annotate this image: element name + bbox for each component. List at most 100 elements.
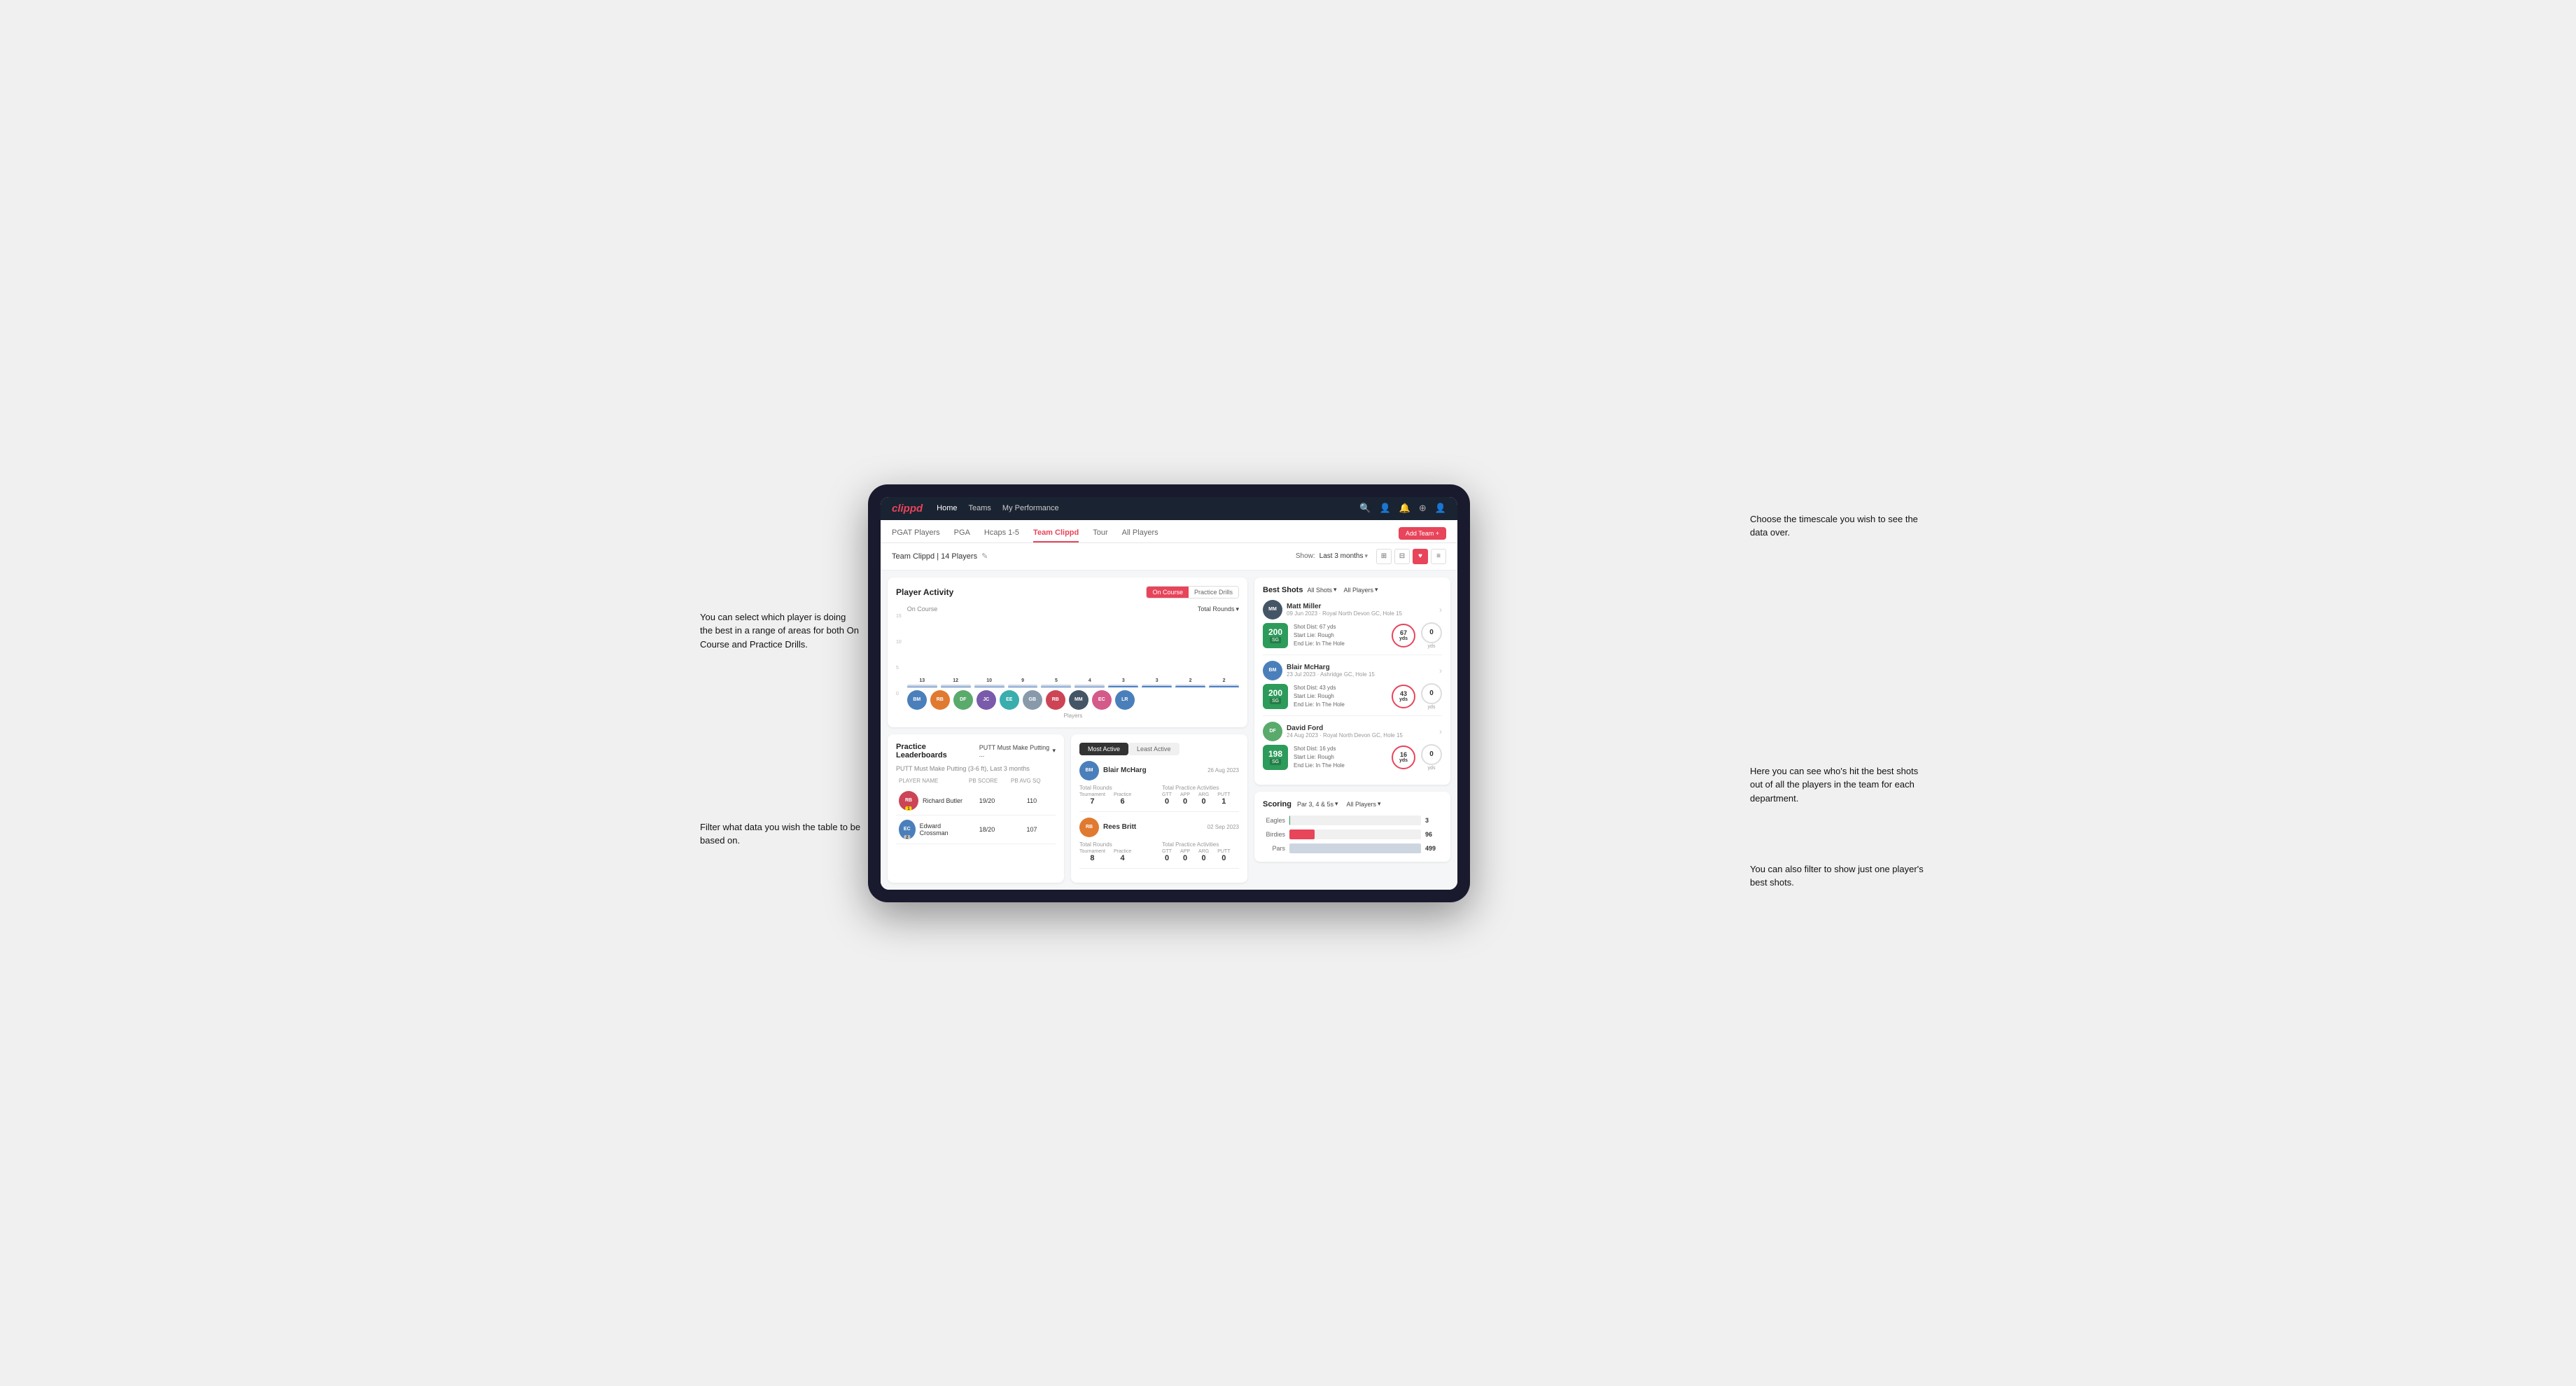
bar-rect-2 [941,685,971,687]
shot-badge-3: 198 SG [1263,745,1288,770]
bar-col-4: 9 [1008,678,1038,687]
scoring-bar-container-pars [1289,844,1421,853]
shot-player-details-2: Blair McHarg 23 Jul 2023 · Ashridge GC, … [1287,664,1375,678]
shot-player-name-1: Matt Miller [1287,603,1402,610]
shot-badge-sub-2: SG [1270,698,1281,704]
tab-least-active[interactable]: Least Active [1128,743,1180,755]
player-info-2: EC 2 Edward Crossman [899,820,963,839]
tournament-value-1: 7 [1079,797,1105,806]
scoring-title: Scoring [1263,800,1292,808]
profile-icon[interactable]: 👤 [1435,503,1446,514]
gtt-value-2: 0 [1162,854,1172,862]
shot-end-lie-1: End Lie: In The Hole [1294,640,1386,648]
avatar-6[interactable]: GB [1023,690,1042,710]
shot-chevron-icon-1[interactable]: › [1439,605,1442,615]
rank-badge-2: 2 [904,835,910,839]
avatar-9[interactable]: EC [1092,690,1112,710]
show-dropdown[interactable]: Last 3 months [1320,552,1364,560]
shot-player-row-3: DF David Ford 24 Aug 2023 · Royal North … [1263,722,1442,741]
player-info-1: RB 1 Richard Butler [899,791,963,811]
rounds-row-1: Tournament 7 Practice 6 [1079,792,1156,806]
tab-all-players[interactable]: All Players [1122,524,1158,542]
avatar-5[interactable]: EE [1000,690,1019,710]
tab-pgat-players[interactable]: PGAT Players [892,524,940,542]
filter-players-dropdown[interactable]: All Players ▾ [1344,586,1378,594]
arg-item-2: ARG 0 [1198,849,1209,862]
app-item-2: APP 0 [1180,849,1190,862]
nav-link-home[interactable]: Home [937,503,957,514]
activities-title-2: Total Practice Activities [1162,841,1239,848]
avatar-3[interactable]: DF [953,690,973,710]
player-activity-title: Player Activity [896,587,953,597]
bar-value-8: 3 [1156,678,1158,683]
avatar-7[interactable]: RB [1046,690,1065,710]
stat-value-1: 67 [1400,629,1407,636]
chart-dropdown[interactable]: Total Rounds ▾ [1198,606,1239,613]
arg-value-2: 0 [1198,854,1209,862]
avatar-8[interactable]: MM [1069,690,1088,710]
tab-most-active[interactable]: Most Active [1079,743,1128,755]
nav-link-teams[interactable]: Teams [969,503,991,514]
bar-value-6: 4 [1088,678,1091,683]
show-chevron-icon[interactable]: ▾ [1364,552,1368,560]
avatar-4[interactable]: JC [976,690,996,710]
stat-unit-3: yds [1399,758,1408,763]
view-list-icon[interactable]: ⊟ [1394,549,1410,564]
stat-value-2: 43 [1400,690,1407,697]
shot-chevron-icon-2[interactable]: › [1439,666,1442,676]
view-favorite-icon[interactable]: ♥ [1413,549,1428,564]
bar-rect-4 [1008,685,1038,687]
tab-hcaps[interactable]: Hcaps 1-5 [984,524,1019,542]
shot-details-3: Shot Dist: 16 yds Start Lie: Rough End L… [1294,745,1386,770]
scoring-filter-chevron-icon: ▾ [1335,800,1338,808]
shot-start-lie-2: Start Lie: Rough [1294,692,1386,701]
bars-area: 13 12 [907,617,1239,687]
view-grid-icon[interactable]: ⊞ [1376,549,1392,564]
scoring-players-chevron-icon: ▾ [1378,800,1381,808]
filter-shots-dropdown[interactable]: All Shots ▾ [1307,586,1336,594]
shot-end-lie-2: End Lie: In The Hole [1294,701,1386,709]
total-rounds-section-2: Total Rounds Tournament 8 Practice [1079,841,1156,862]
col-pb-avg: PB AVG SQ [1011,778,1053,784]
tab-pga[interactable]: PGA [954,524,970,542]
bar-value-4: 9 [1021,678,1024,683]
leaderboard-dropdown[interactable]: PUTT Must Make Putting ... ▾ [979,744,1056,758]
view-detail-icon[interactable]: ≡ [1431,549,1446,564]
tournament-item-1: Tournament 7 [1079,792,1105,806]
avatar-1[interactable]: BM [907,690,927,710]
pb-avg-2: 107 [1011,826,1053,833]
shot-player-detail-2: 23 Jul 2023 · Ashridge GC, Hole 15 [1287,671,1375,678]
nav-link-myperformance[interactable]: My Performance [1002,503,1059,514]
bar-col-1: 13 [907,678,937,687]
add-team-button[interactable]: Add Team + [1399,527,1446,540]
toggle-practice-drills[interactable]: Practice Drills [1189,587,1238,598]
toggle-on-course[interactable]: On Course [1147,587,1189,598]
search-icon[interactable]: 🔍 [1359,503,1371,514]
tournament-item-2: Tournament 8 [1079,849,1105,862]
arg-value-1: 0 [1198,797,1209,806]
bar-rect-7 [1108,685,1138,687]
top-nav: clippd Home Teams My Performance 🔍 👤 🔔 ⊕… [881,497,1457,520]
shot-avatar-2: BM [1263,661,1282,680]
nav-right: 🔍 👤 🔔 ⊕ 👤 [1359,503,1446,514]
tablet-screen: clippd Home Teams My Performance 🔍 👤 🔔 ⊕… [881,497,1457,890]
bar-col-2: 12 [941,678,971,687]
avatar-10[interactable]: LR [1115,690,1135,710]
user-icon[interactable]: 👤 [1380,503,1391,514]
bell-icon[interactable]: 🔔 [1399,503,1410,514]
col-pb-score: PB SCORE [969,778,1011,784]
player-activity-header: Player Activity On Course Practice Drill… [896,586,1239,598]
edit-team-icon[interactable]: ✎ [981,552,988,561]
scoring-filter-type[interactable]: Par 3, 4 & 5s ▾ [1297,800,1338,808]
avatar-2[interactable]: RB [930,690,950,710]
tab-team-clippd[interactable]: Team Clippd [1033,524,1079,542]
bar-rect-6 [1074,685,1105,687]
stat-unit-2: yds [1399,697,1408,702]
shot-avatar-3: DF [1263,722,1282,741]
plus-circle-icon[interactable]: ⊕ [1419,503,1427,514]
bar-rect-1 [907,685,937,687]
scoring-filter-players[interactable]: All Players ▾ [1347,800,1381,808]
bar-col-3: 10 [974,678,1004,687]
shot-chevron-icon-3[interactable]: › [1439,727,1442,736]
tab-tour[interactable]: Tour [1093,524,1107,542]
